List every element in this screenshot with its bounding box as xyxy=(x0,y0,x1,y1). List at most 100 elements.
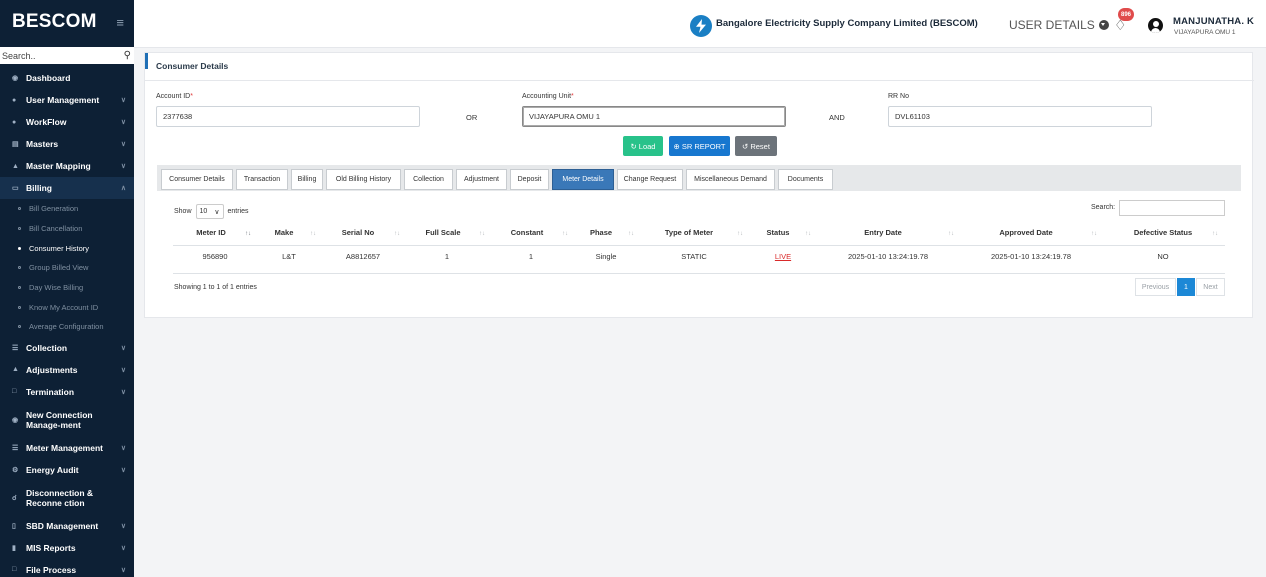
reports-icon: ▮ xyxy=(12,544,16,552)
pagination-page-1[interactable]: 1 xyxy=(1177,278,1195,296)
hamburger-icon[interactable]: ≡ xyxy=(116,15,124,30)
tab-old-billing-history[interactable]: Old Billing History xyxy=(326,169,401,190)
sidebar-subitem-consumer-history[interactable]: Consumer History xyxy=(0,238,134,258)
sidebar-item-label: Dashboard xyxy=(26,73,71,83)
avatar[interactable] xyxy=(1148,18,1163,33)
sort-icon[interactable]: ↑↓ xyxy=(805,231,811,237)
table-search-input[interactable] xyxy=(1119,200,1225,216)
sort-icon[interactable]: ↑↓ xyxy=(628,231,634,237)
chevron-up-icon: ∧ xyxy=(120,185,126,192)
column-header-entry-date[interactable]: Entry Date xyxy=(864,228,902,237)
sort-icon[interactable]: ↑↓ xyxy=(310,231,316,237)
sort-icon[interactable]: ↑↓ xyxy=(1212,231,1218,237)
sidebar-subitem-know-my-account-id[interactable]: Know My Account ID xyxy=(0,297,134,317)
sidebar-subitem-label: Know My Account ID xyxy=(29,302,99,312)
tab-miscellaneous-demand[interactable]: Miscellaneous Demand xyxy=(686,169,775,190)
account-id-input[interactable]: 2377638 xyxy=(156,106,420,127)
pagination-next[interactable]: Next xyxy=(1196,278,1225,296)
reset-button[interactable]: ↺ Reset xyxy=(735,136,777,156)
sidebar-subitem-day-wise-billing[interactable]: Day Wise Billing xyxy=(0,278,134,298)
notification-badge[interactable]: 896 xyxy=(1118,8,1134,21)
sidebar-search-input[interactable] xyxy=(2,50,110,61)
sort-icon[interactable]: ↑↓ xyxy=(479,231,485,237)
page-size-select[interactable]: 10 ∨ xyxy=(195,204,224,219)
card-title: Consumer Details xyxy=(156,61,229,71)
load-button[interactable]: ↻ Load xyxy=(623,136,663,156)
column-header-constant[interactable]: Constant xyxy=(511,228,544,237)
sidebar-item-energy-audit[interactable]: ⚙ Energy Audit ∨ xyxy=(0,459,134,481)
column-header-defective-status[interactable]: Defective Status xyxy=(1134,228,1192,237)
cell-make: L&T xyxy=(282,252,296,261)
sidebar-item-label: Master Mapping xyxy=(26,161,91,171)
column-header-status[interactable]: Status xyxy=(767,228,790,237)
cell-status-live-link[interactable]: LIVE xyxy=(775,252,791,261)
column-header-phase[interactable]: Phase xyxy=(590,228,612,237)
chevron-down-icon: ∨ xyxy=(120,444,126,452)
tab-change-request[interactable]: Change Request xyxy=(617,169,683,190)
sidebar-item-disconnection-reconnection[interactable]: ☌ Disconnection & Reconne ction xyxy=(0,481,134,515)
tab-documents[interactable]: Documents xyxy=(778,169,833,190)
sidebar-item-dashboard[interactable]: ◉ Dashboard xyxy=(0,67,134,89)
tab-adjustment[interactable]: Adjustment xyxy=(456,169,507,190)
sidebar-item-file-process[interactable]: □ File Process ∨ xyxy=(0,559,134,577)
bullet-icon xyxy=(18,305,21,309)
sort-icon[interactable]: ↑↓ xyxy=(562,231,568,237)
column-header-type-of-meter[interactable]: Type of Meter xyxy=(665,228,713,237)
sort-icon[interactable]: ↑↓ xyxy=(1091,231,1097,237)
sidebar-subitem-group-billed-view[interactable]: Group Billed View xyxy=(0,258,134,278)
search-icon[interactable]: ⚲ xyxy=(124,50,131,61)
sidebar-item-label: Masters xyxy=(26,139,59,149)
tab-collection[interactable]: Collection xyxy=(404,169,453,190)
pagination-previous[interactable]: Previous xyxy=(1135,278,1176,296)
sidebar-item-label: Termination xyxy=(26,386,75,397)
brand-name: BESCOM xyxy=(12,11,97,32)
sidebar-subitem-label: Bill Cancellation xyxy=(29,224,83,234)
sidebar-item-termination[interactable]: □ Termination ∨ xyxy=(0,381,134,403)
sort-icon[interactable]: ↑↓ xyxy=(948,231,954,237)
sidebar-item-label: Billing xyxy=(26,183,52,193)
column-header-make[interactable]: Make xyxy=(275,228,294,237)
tab-transaction[interactable]: Transaction xyxy=(236,169,288,190)
sidebar-subitem-bill-cancellation[interactable]: Bill Cancellation xyxy=(0,219,134,239)
sidebar-subitem-average-configuration[interactable]: Average Configuration xyxy=(0,317,134,337)
sidebar-item-label: Meter Management xyxy=(26,442,103,453)
column-header-full-scale[interactable]: Full Scale xyxy=(425,228,460,237)
sort-icon[interactable]: ↑↓ xyxy=(394,231,400,237)
user-details-dropdown[interactable]: USER DETAILS xyxy=(1009,18,1109,32)
sort-icon[interactable]: ↑↓ xyxy=(737,231,743,237)
sr-report-button[interactable]: ⊕ SR REPORT xyxy=(669,136,730,156)
sidebar-item-workflow[interactable]: ● WorkFlow ∨ xyxy=(0,111,134,133)
sidebar-item-user-management[interactable]: ● User Management ∨ xyxy=(0,89,134,111)
show-label: Show xyxy=(174,208,192,215)
sidebar-item-new-connection-management[interactable]: ◉ New Connection Manage-ment xyxy=(0,403,134,437)
cell-constant: 1 xyxy=(528,252,534,261)
bullet-icon xyxy=(18,227,21,231)
sort-asc-icon[interactable]: ↑↓ xyxy=(245,231,251,237)
accounting-unit-label-text: Accounting Unit xyxy=(522,93,572,100)
consumer-details-card: Consumer Details Account ID* 2377638 OR … xyxy=(144,52,1254,318)
sidebar-item-masters[interactable]: ▤ Masters ∨ xyxy=(0,133,134,155)
sidebar-item-label: Disconnection & Reconne ction xyxy=(26,487,94,508)
accounting-unit-select[interactable]: VIJAYAPURA OMU 1 xyxy=(522,106,786,127)
sidebar-item-billing[interactable]: ▭ Billing ∧ xyxy=(0,177,134,199)
sr-report-button-label: SR REPORT xyxy=(681,141,726,151)
reset-button-label: Reset xyxy=(750,141,770,151)
sidebar-item-meter-management[interactable]: ☰ Meter Management ∨ xyxy=(0,437,134,459)
sidebar-item-label: Energy Audit xyxy=(26,464,79,475)
tab-deposit[interactable]: Deposit xyxy=(510,169,549,190)
sidebar-subitem-bill-generation[interactable]: Bill Generation xyxy=(0,199,134,219)
sidebar-item-master-mapping[interactable]: ▲ Master Mapping ∨ xyxy=(0,155,134,177)
tab-billing[interactable]: Billing xyxy=(291,169,323,190)
sidebar-item-mis-reports[interactable]: ▮ MIS Reports ∨ xyxy=(0,537,134,559)
sidebar-item-adjustments[interactable]: ▲ Adjustments ∨ xyxy=(0,359,134,381)
cell-entry-date: 2025-01-10 13:24:19.78 xyxy=(847,252,929,261)
column-header-meter-id[interactable]: Meter ID xyxy=(196,228,226,237)
column-header-approved-date[interactable]: Approved Date xyxy=(999,228,1052,237)
sidebar-item-collection[interactable]: ☰ Collection ∨ xyxy=(0,337,134,359)
column-header-serial-no[interactable]: Serial No xyxy=(342,228,375,237)
sidebar-item-sbd-management[interactable]: ▯ SBD Management ∨ xyxy=(0,515,134,537)
sidebar-item-label: MIS Reports xyxy=(26,542,76,553)
tab-meter-details[interactable]: Meter Details xyxy=(552,169,614,190)
rr-no-input[interactable]: DVL61103 xyxy=(888,106,1152,127)
tab-consumer-details[interactable]: Consumer Details xyxy=(161,169,233,190)
